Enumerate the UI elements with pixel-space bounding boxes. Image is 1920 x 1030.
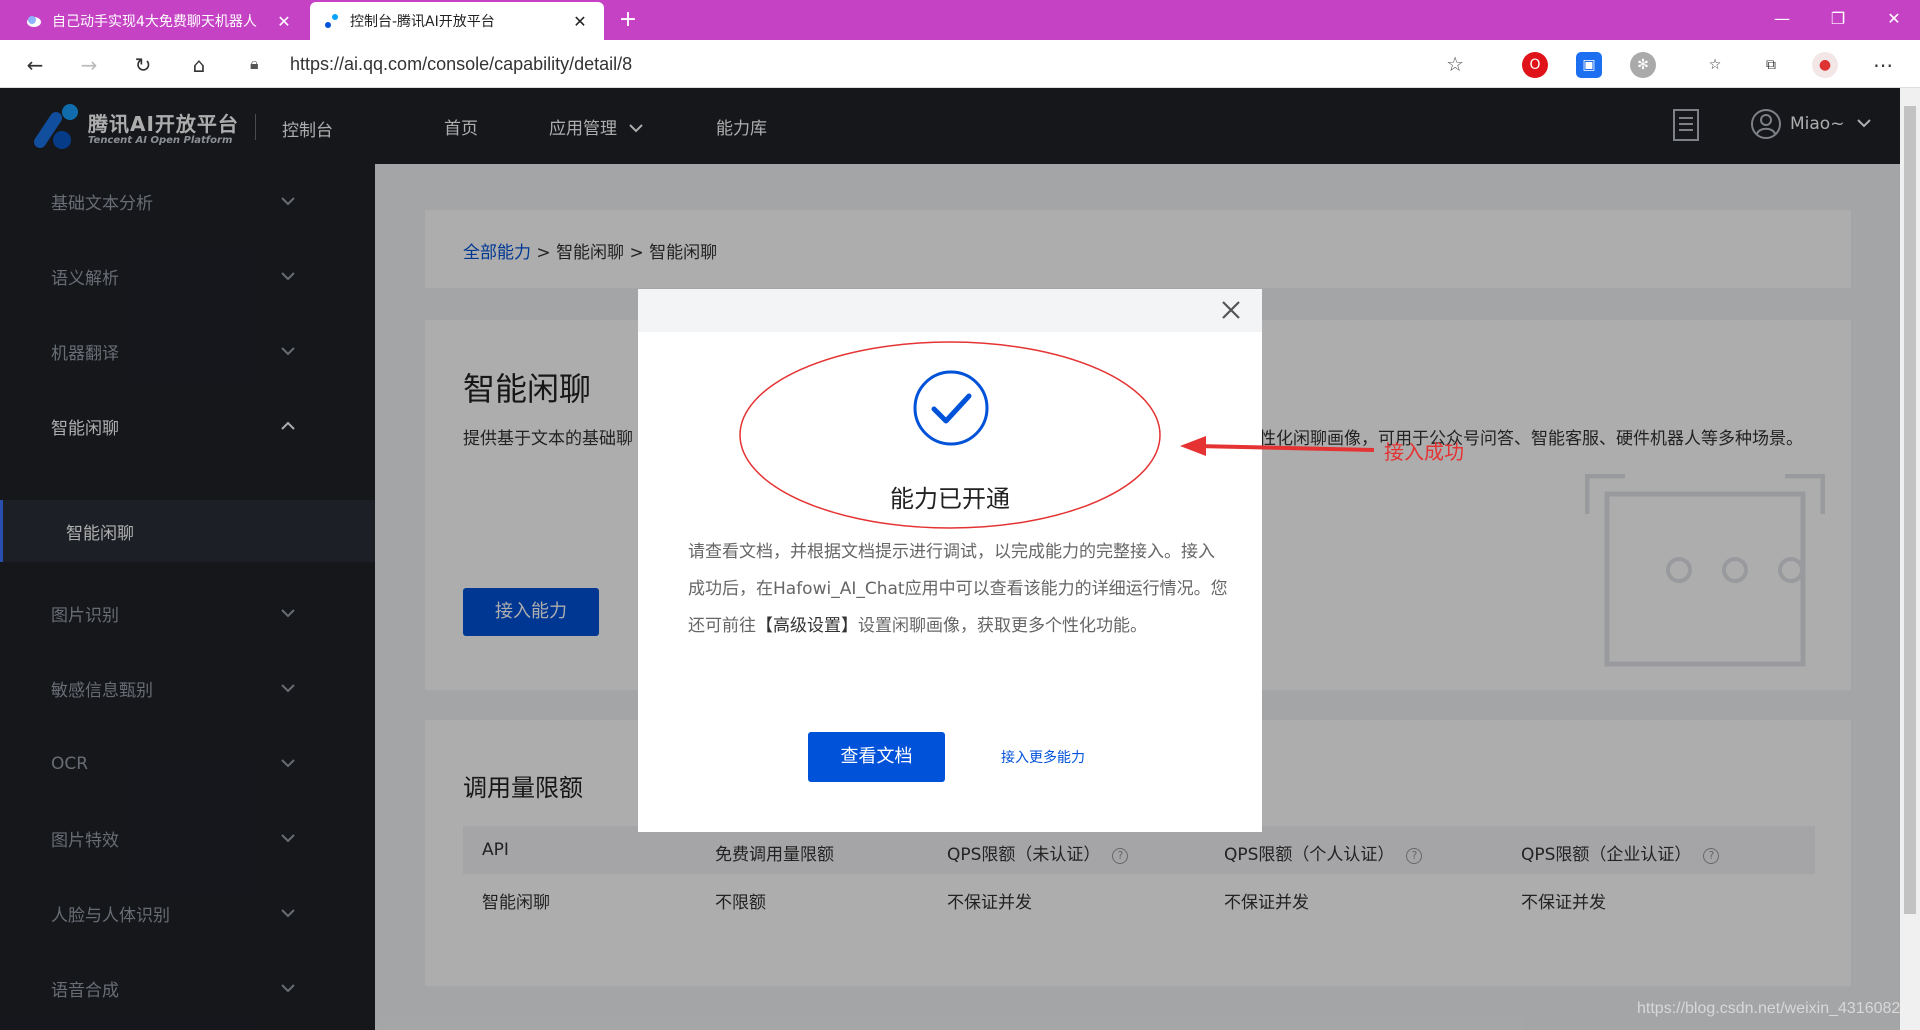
page-scrollbar[interactable] — [1900, 88, 1920, 1030]
scrollbar-thumb[interactable] — [1904, 106, 1916, 914]
watermark: https://blog.csdn.net/weixin_43160824 — [1637, 1000, 1910, 1017]
annotation-arrow-line — [1195, 444, 1375, 452]
annotation-label: 接入成功 — [1384, 440, 1464, 464]
annotation-ellipse — [739, 341, 1161, 529]
annotation-arrow-head — [1180, 436, 1206, 456]
annotation-markup — [739, 341, 1375, 529]
